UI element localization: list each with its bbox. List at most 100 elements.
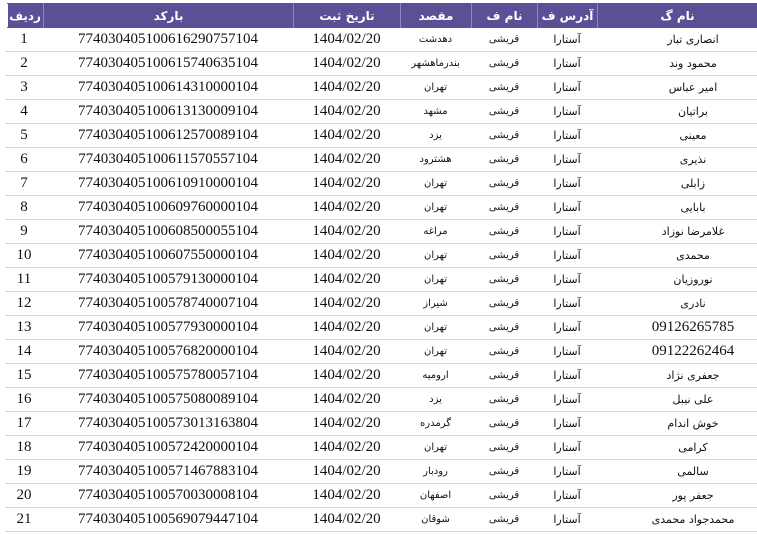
- cell-registration-date[interactable]: 1404/02/20: [293, 508, 400, 531]
- cell-barcode[interactable]: 774030405100616290757104: [43, 28, 293, 51]
- cell-sender-name[interactable]: قریشی: [471, 28, 537, 51]
- cell-row-number[interactable]: 20: [5, 484, 43, 507]
- column-header-recipient-name[interactable]: نام گ: [597, 3, 757, 28]
- cell-sender-address[interactable]: آستارا: [537, 316, 597, 339]
- cell-barcode[interactable]: 774030405100571467883104: [43, 460, 293, 483]
- cell-barcode[interactable]: 774030405100610910000104: [43, 172, 293, 195]
- column-header-destination[interactable]: مقصد: [400, 3, 471, 28]
- cell-barcode[interactable]: 774030405100575780057104: [43, 364, 293, 387]
- cell-destination[interactable]: تهران: [400, 196, 471, 219]
- table-row[interactable]: 14 774030405100576820000104 1404/02/20 تهرا…: [5, 340, 757, 364]
- cell-barcode[interactable]: 774030405100576820000104: [43, 340, 293, 363]
- cell-sender-name[interactable]: قریشی: [471, 196, 537, 219]
- cell-sender-name[interactable]: قریشی: [471, 508, 537, 531]
- cell-sender-name[interactable]: قریشی: [471, 436, 537, 459]
- column-header-sender-address[interactable]: آدرس ف: [537, 3, 597, 28]
- cell-sender-name[interactable]: قریشی: [471, 52, 537, 75]
- cell-registration-date[interactable]: 1404/02/20: [293, 316, 400, 339]
- cell-recipient-name[interactable]: 09122262464: [597, 340, 757, 363]
- cell-registration-date[interactable]: 1404/02/20: [293, 364, 400, 387]
- cell-row-number[interactable]: 1: [5, 28, 43, 51]
- cell-sender-name[interactable]: قریشی: [471, 340, 537, 363]
- cell-row-number[interactable]: 21: [5, 508, 43, 531]
- cell-row-number[interactable]: 12: [5, 292, 43, 315]
- table-row[interactable]: 6 774030405100611570557104 1404/02/20 هشترو…: [5, 148, 757, 172]
- table-row[interactable]: 21 774030405100569079447104 1404/02/20 شوقا…: [5, 508, 757, 532]
- table-row[interactable]: 3 774030405100614310000104 1404/02/20 تهران…: [5, 76, 757, 100]
- cell-barcode[interactable]: 774030405100569079447104: [43, 508, 293, 531]
- cell-row-number[interactable]: 15: [5, 364, 43, 387]
- cell-registration-date[interactable]: 1404/02/20: [293, 292, 400, 315]
- cell-destination[interactable]: گرمدره: [400, 412, 471, 435]
- cell-recipient-name[interactable]: کرامی: [597, 436, 757, 459]
- cell-barcode[interactable]: 774030405100609760000104: [43, 196, 293, 219]
- cell-destination[interactable]: شوقان: [400, 508, 471, 531]
- cell-sender-name[interactable]: قریشی: [471, 244, 537, 267]
- cell-recipient-name[interactable]: خوش اندام: [597, 412, 757, 435]
- cell-sender-address[interactable]: آستارا: [537, 28, 597, 51]
- table-row[interactable]: 15 774030405100575780057104 1404/02/20 اروم…: [5, 364, 757, 388]
- table-row[interactable]: 16 774030405100575080089104 1404/02/20 یزد ق…: [5, 388, 757, 412]
- cell-recipient-name[interactable]: براتیان: [597, 100, 757, 123]
- cell-registration-date[interactable]: 1404/02/20: [293, 484, 400, 507]
- cell-sender-name[interactable]: قریشی: [471, 124, 537, 147]
- cell-row-number[interactable]: 6: [5, 148, 43, 171]
- cell-registration-date[interactable]: 1404/02/20: [293, 412, 400, 435]
- cell-destination[interactable]: رودبار: [400, 460, 471, 483]
- cell-row-number[interactable]: 14: [5, 340, 43, 363]
- cell-row-number[interactable]: 3: [5, 76, 43, 99]
- cell-sender-address[interactable]: آستارا: [537, 76, 597, 99]
- cell-sender-address[interactable]: آستارا: [537, 484, 597, 507]
- cell-sender-name[interactable]: قریشی: [471, 388, 537, 411]
- cell-registration-date[interactable]: 1404/02/20: [293, 268, 400, 291]
- cell-barcode[interactable]: 774030405100573013163804: [43, 412, 293, 435]
- cell-registration-date[interactable]: 1404/02/20: [293, 148, 400, 171]
- cell-recipient-name[interactable]: محمدجواد محمدی: [597, 508, 757, 531]
- table-row[interactable]: 4 774030405100613130009104 1404/02/20 مشهد ق…: [5, 100, 757, 124]
- cell-row-number[interactable]: 9: [5, 220, 43, 243]
- column-header-registration-date[interactable]: تاریخ ثبت: [293, 3, 400, 28]
- cell-sender-address[interactable]: آستارا: [537, 364, 597, 387]
- cell-sender-name[interactable]: قریشی: [471, 220, 537, 243]
- cell-row-number[interactable]: 18: [5, 436, 43, 459]
- cell-sender-address[interactable]: آستارا: [537, 172, 597, 195]
- cell-barcode[interactable]: 774030405100579130000104: [43, 268, 293, 291]
- cell-recipient-name[interactable]: نذیری: [597, 148, 757, 171]
- cell-sender-name[interactable]: قریشی: [471, 100, 537, 123]
- column-header-sender-name[interactable]: نام ف: [471, 3, 537, 28]
- cell-sender-name[interactable]: قریشی: [471, 172, 537, 195]
- cell-sender-name[interactable]: قریشی: [471, 268, 537, 291]
- cell-recipient-name[interactable]: غلامرضا نوزاد: [597, 220, 757, 243]
- cell-sender-name[interactable]: قریشی: [471, 76, 537, 99]
- cell-registration-date[interactable]: 1404/02/20: [293, 196, 400, 219]
- column-header-row-number[interactable]: ردیف: [4, 3, 43, 28]
- cell-recipient-name[interactable]: محمدی: [597, 244, 757, 267]
- cell-registration-date[interactable]: 1404/02/20: [293, 52, 400, 75]
- cell-destination[interactable]: تهران: [400, 172, 471, 195]
- cell-registration-date[interactable]: 1404/02/20: [293, 244, 400, 267]
- cell-recipient-name[interactable]: 09126265785: [597, 316, 757, 339]
- cell-destination[interactable]: شیراز: [400, 292, 471, 315]
- cell-barcode[interactable]: 774030405100612570089104: [43, 124, 293, 147]
- cell-sender-address[interactable]: آستارا: [537, 124, 597, 147]
- cell-registration-date[interactable]: 1404/02/20: [293, 340, 400, 363]
- cell-barcode[interactable]: 774030405100607550000104: [43, 244, 293, 267]
- cell-sender-address[interactable]: آستارا: [537, 268, 597, 291]
- table-row[interactable]: 11 774030405100579130000104 1404/02/20 تهرا…: [5, 268, 757, 292]
- cell-barcode[interactable]: 774030405100614310000104: [43, 76, 293, 99]
- cell-sender-address[interactable]: آستارا: [537, 436, 597, 459]
- cell-row-number[interactable]: 19: [5, 460, 43, 483]
- cell-recipient-name[interactable]: امیر عباس: [597, 76, 757, 99]
- cell-row-number[interactable]: 5: [5, 124, 43, 147]
- table-row[interactable]: 7 774030405100610910000104 1404/02/20 تهران…: [5, 172, 757, 196]
- table-row[interactable]: 20 774030405100570030008104 1404/02/20 اصفه…: [5, 484, 757, 508]
- cell-sender-name[interactable]: قریشی: [471, 292, 537, 315]
- table-row[interactable]: 17 774030405100573013163804 1404/02/20 گرمد…: [5, 412, 757, 436]
- table-row[interactable]: 18 774030405100572420000104 1404/02/20 تهرا…: [5, 436, 757, 460]
- table-row[interactable]: 10 774030405100607550000104 1404/02/20 تهرا…: [5, 244, 757, 268]
- cell-destination[interactable]: یزد: [400, 124, 471, 147]
- cell-row-number[interactable]: 13: [5, 316, 43, 339]
- cell-sender-address[interactable]: آستارا: [537, 292, 597, 315]
- cell-recipient-name[interactable]: زابلی: [597, 172, 757, 195]
- cell-barcode[interactable]: 774030405100578740007104: [43, 292, 293, 315]
